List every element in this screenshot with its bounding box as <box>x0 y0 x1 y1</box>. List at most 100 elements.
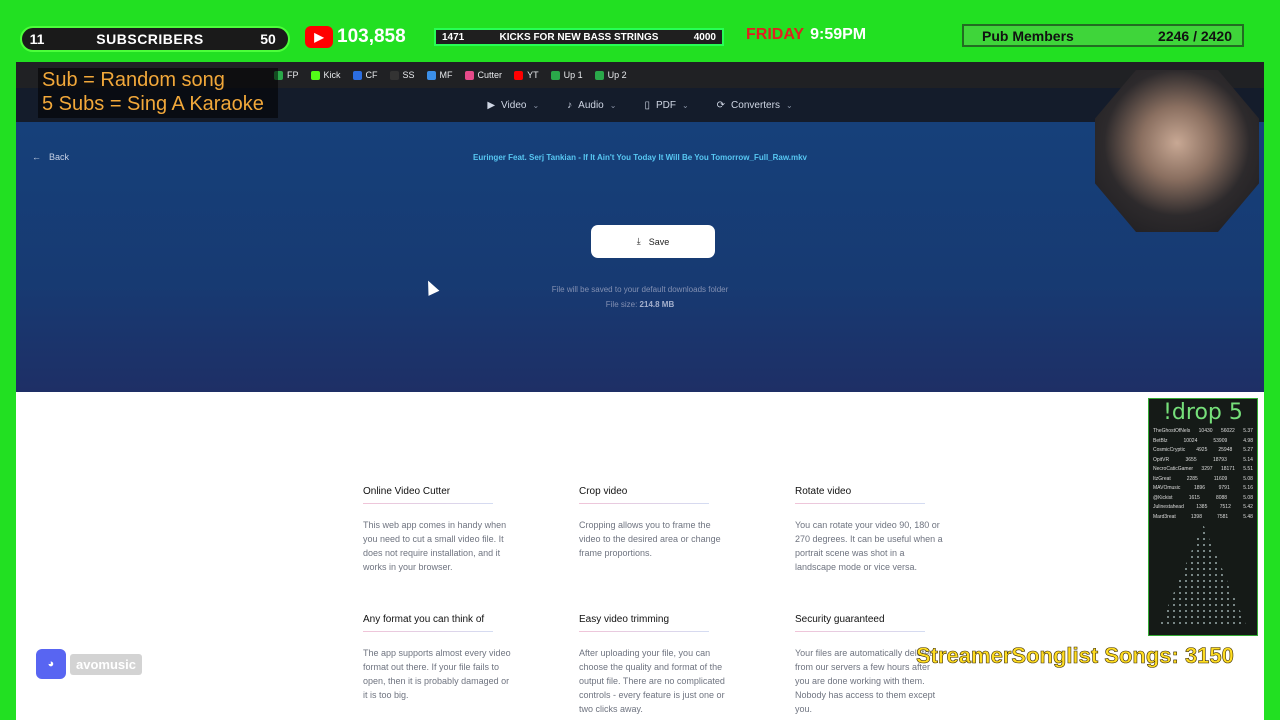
drop-row: ItzGreat 2285 11609 5.08 <box>1149 475 1257 485</box>
bookmark-label: YT <box>527 70 539 80</box>
drop-leaderboard: TheGhostOfNels 10430 56022 5.37 BetBlz 10024 5… <box>1149 427 1257 522</box>
drop-cell: NecroCaticGamer <box>1153 466 1194 472</box>
drop-cell: 18793 <box>1212 456 1227 463</box>
drop-row: NecroCaticGamer 3297 18171 5.51 <box>1149 465 1257 475</box>
drop-cell: 1385 <box>1196 504 1208 510</box>
feature-easy-trimming: Easy video trimming After uploading your … <box>579 614 729 716</box>
drop-cell: 1615 <box>1188 494 1200 501</box>
kicks-label: KICKS FOR NEW BASS STRINGS <box>499 31 659 43</box>
chevron-down-icon: ⌄ <box>681 100 689 110</box>
youtube-counter: ▶ 103,858 <box>305 26 406 48</box>
feature-online-video-cutter: Online Video Cutter This web app comes in… <box>363 486 513 574</box>
bookmark-label: Up 1 <box>563 70 583 80</box>
drop-cell: 4925 <box>1196 447 1208 453</box>
bookmark-cutter[interactable]: Cutter <box>464 70 503 80</box>
drop-title: !drop 5 <box>1163 400 1243 425</box>
converters-icon: ⟳ <box>716 99 726 111</box>
drop-row: TheGhostOfNels 10430 56022 5.37 <box>1149 427 1257 437</box>
drop-cell: 5.16 <box>1243 485 1253 491</box>
drop-cell: 7581 <box>1217 513 1229 520</box>
nav-label: PDF <box>655 99 676 111</box>
drop-game-panel: !drop 5 TheGhostOfNels 10430 56022 5.37 BetB… <box>1148 398 1258 636</box>
drop-cell: 10024 <box>1183 437 1198 444</box>
drop-cell: 3297 <box>1201 466 1213 472</box>
drop-cell: 56022 <box>1220 428 1235 434</box>
youtube-count: 103,858 <box>337 26 406 47</box>
chevron-down-icon: ⌄ <box>532 100 540 110</box>
discord-icon: ◕ <box>36 649 66 679</box>
file-size: File size: 214.8 MB <box>16 300 1264 309</box>
drop-cell: TheGhostOfNels <box>1153 428 1191 434</box>
nav-audio[interactable]: ♪ Audio ⌄ <box>567 100 616 111</box>
features-section: Online Video Cutter This web app comes in… <box>16 392 1264 720</box>
plinko-board <box>1159 524 1247 627</box>
drop-cell: 4.98 <box>1243 437 1253 444</box>
upload-icon <box>550 70 560 80</box>
discord-name: avomusic <box>70 653 142 675</box>
chevron-down-icon: ⌄ <box>785 100 793 110</box>
bookmark-up2[interactable]: Up 2 <box>594 70 627 80</box>
clock-day: FRIDAY <box>746 26 805 43</box>
subscriber-count: 11 <box>29 31 45 47</box>
pub-value: 2246 / 2420 <box>1158 27 1232 44</box>
stream-clock: FRIDAY 9:59PM <box>746 26 866 44</box>
nav-label: Converters <box>731 99 780 111</box>
drop-cell: 5.48 <box>1243 513 1253 520</box>
drop-cell: Julinestahead <box>1153 504 1184 510</box>
sub-rule-1: Sub = Random song <box>42 69 225 91</box>
drop-cell: MAVOmusic <box>1153 485 1181 491</box>
pub-label: Pub Members <box>982 27 1074 44</box>
video-icon: ▶ <box>487 99 496 111</box>
drop-cell: 8088 <box>1215 494 1228 501</box>
bookmark-label: Up 2 <box>607 70 627 80</box>
drop-cell: 53909 <box>1213 437 1228 444</box>
sub-rules-banner: Sub = Random song 5 Subs = Sing A Karaok… <box>38 68 278 118</box>
feature-text: Cropping allows you to frame the video t… <box>579 520 721 558</box>
drop-cell: 1896 <box>1193 485 1206 491</box>
bookmark-icon <box>426 70 436 80</box>
sub-rule-2: 5 Subs = Sing A Karaoke <box>42 93 264 115</box>
bookmark-up1[interactable]: Up 1 <box>550 70 583 80</box>
browser-window: FP Kick CF SS MF Cutter YT Up 1 Up 2 ▶ Vi… <box>16 62 1264 720</box>
feature-text: You can rotate your video 90, 180 or 270… <box>795 520 943 572</box>
bookmark-yt[interactable]: YT <box>514 70 539 80</box>
bookmark-label: Cutter <box>477 70 503 80</box>
feature-title: Online Video Cutter <box>363 486 513 504</box>
drop-row: MAVOmusic 1896 9791 5.16 <box>1149 484 1257 494</box>
youtube-icon <box>514 70 524 80</box>
bookmark-label: Kick <box>323 70 341 80</box>
drop-cell: 10430 <box>1198 428 1213 434</box>
music-icon <box>389 70 399 80</box>
nav-pdf[interactable]: ▯ PDF ⌄ <box>644 100 688 111</box>
feature-title: Crop video <box>579 486 729 504</box>
bookmark-kick[interactable]: Kick <box>310 70 341 80</box>
file-size-value: 214.8 MB <box>639 300 675 309</box>
file-name: Euringer Feat. Serj Tankian - If It Ain'… <box>472 153 808 162</box>
feature-text: After uploading your file, you can choos… <box>579 648 725 714</box>
drop-row: Julinestahead 1385 7512 5.42 <box>1149 503 1257 513</box>
drop-row: OpitVR 3655 18793 5.14 <box>1149 456 1257 466</box>
bookmark-ss[interactable]: SS <box>389 70 415 80</box>
feature-title: Any format you can think of <box>363 614 513 632</box>
download-icon: ⤓ <box>636 236 641 246</box>
drop-cell: 25948 <box>1218 447 1233 453</box>
feature-any-format: Any format you can think of The app suppo… <box>363 614 513 702</box>
save-button[interactable]: ⤓ Save <box>591 225 715 258</box>
drop-cell: Mard3reat <box>1153 513 1176 520</box>
chevron-down-icon: ⌄ <box>609 100 617 110</box>
subscriber-goal-bar: 11 SUBSCRIBERS 50 <box>20 26 290 52</box>
bookmark-icon <box>352 70 362 80</box>
nav-converters[interactable]: ⟳ Converters ⌄ <box>717 100 793 111</box>
drop-cell: @Kickist <box>1153 494 1173 501</box>
webcam-feed <box>1095 70 1259 232</box>
bookmark-mf[interactable]: MF <box>426 70 453 80</box>
drop-cell: 5.37 <box>1243 428 1253 434</box>
kicks-goal: 4000 <box>693 31 716 43</box>
upload-icon <box>594 70 604 80</box>
bookmark-cf[interactable]: CF <box>352 70 378 80</box>
youtube-icon: ▶ <box>305 26 333 48</box>
bookmark-label: FP <box>287 70 299 80</box>
drop-cell: CosmicCryptic <box>1153 447 1186 453</box>
nav-video[interactable]: ▶ Video ⌄ <box>487 100 539 111</box>
drop-cell: 11609 <box>1213 475 1228 482</box>
